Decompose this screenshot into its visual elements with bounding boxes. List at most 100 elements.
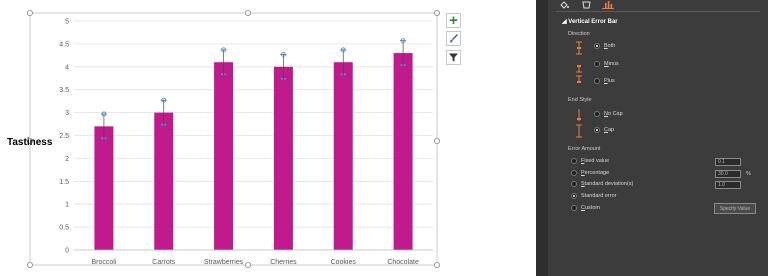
x-tick-label: Chocolate — [387, 259, 419, 266]
error-bar-selection-dot — [340, 73, 343, 76]
pentagon-icon — [581, 0, 591, 8]
y-tick-label: 2.5 — [59, 133, 69, 140]
percentage-radio[interactable] — [571, 170, 577, 176]
resize-handle — [26, 9, 33, 16]
standard-error-radio[interactable] — [571, 193, 577, 199]
tab-effects[interactable] — [580, 0, 592, 9]
error-amount-label: Error Amount — [568, 146, 601, 152]
y-tick-label: 0 — [65, 248, 69, 255]
y-tick-label: 1.5 — [59, 179, 69, 186]
plus-icon: + — [449, 12, 458, 29]
standard-error-label: Standard error — [581, 193, 617, 199]
error-bar-selection-dot — [101, 137, 104, 140]
percentage-option[interactable]: Percentage — [571, 170, 609, 176]
y-tick-label: 5 — [65, 19, 69, 26]
tab-error-bar-options[interactable] — [602, 0, 614, 9]
no-cap-radio[interactable] — [594, 111, 600, 117]
error-bar-selection-dot — [104, 137, 107, 140]
cap-icon — [576, 124, 582, 138]
direction-both-option[interactable]: Both — [594, 43, 615, 49]
cap-radio[interactable] — [594, 127, 600, 133]
direction-both-label: Both — [604, 43, 616, 49]
direction-label: Direction — [568, 31, 590, 37]
error-bar-plus-icon — [576, 75, 582, 83]
bar — [94, 126, 114, 250]
standard-deviation-input[interactable]: 1.0 — [715, 181, 741, 189]
resize-handle — [26, 261, 33, 268]
fill-bucket-icon — [559, 0, 569, 9]
direction-minus-option[interactable]: Minus — [594, 61, 619, 67]
fixed-value-radio[interactable] — [571, 158, 577, 164]
tab-fill-line[interactable] — [558, 0, 570, 9]
fixed-value-input[interactable]: 0.1 — [715, 158, 741, 166]
section-title: Vertical Error Bar — [568, 19, 618, 25]
error-bar-selection-dot — [161, 123, 164, 126]
standard-error-option[interactable]: Standard error — [571, 193, 616, 199]
specify-value-button[interactable]: Specify Value — [714, 203, 756, 214]
chart-styles-button[interactable] — [446, 31, 461, 46]
fixed-value-option[interactable]: Fixed value — [571, 158, 609, 164]
x-tick-label: Cherries — [270, 259, 297, 266]
direction-both-radio[interactable] — [594, 43, 600, 49]
pane-separator — [556, 11, 760, 12]
end-style-no-cap-option[interactable]: No Cap — [594, 111, 623, 117]
direction-minus-radio[interactable] — [594, 61, 600, 67]
y-tick-label: 3.5 — [59, 87, 69, 94]
standard-deviation-option[interactable]: Standard deviation(s) — [571, 181, 633, 187]
bar — [154, 112, 174, 250]
format-error-bars-pane: ◢ Vertical Error Bar Direction Both Minu… — [548, 0, 768, 276]
direction-plus-radio[interactable] — [594, 78, 600, 84]
percentage-label: Percentage — [581, 170, 610, 176]
custom-radio[interactable] — [571, 205, 577, 211]
custom-option[interactable]: Custom — [571, 205, 600, 211]
direction-plus-label: Plus — [604, 78, 615, 84]
bar — [333, 62, 353, 250]
resize-handle — [433, 261, 440, 268]
error-bar-selection-dot — [280, 77, 283, 80]
cap-label: Cap — [604, 127, 615, 133]
x-tick-label: Broccoli — [91, 259, 116, 266]
error-bar-selection-dot — [283, 77, 287, 80]
pane-tabs — [558, 0, 614, 10]
chart-filters-button[interactable] — [446, 50, 461, 65]
end-style-cap-option[interactable]: Cap — [594, 127, 614, 133]
standard-deviation-radio[interactable] — [571, 181, 577, 187]
y-tick-label: 2 — [65, 156, 69, 163]
error-bar-both-icon — [576, 41, 582, 55]
direction-plus-option[interactable]: Plus — [594, 78, 615, 84]
error-bar-minus-icon — [576, 65, 582, 73]
end-style-label: End Style — [568, 97, 592, 103]
bar — [214, 62, 234, 250]
error-bar-selection-dot — [220, 73, 224, 76]
filter-icon — [449, 53, 458, 62]
error-bar-selection-dot — [343, 73, 346, 76]
error-bar-selection-dot — [403, 63, 406, 67]
resize-handle — [244, 9, 251, 16]
chart-elements-button[interactable]: + — [446, 13, 461, 28]
bar-chart-icon — [604, 1, 612, 8]
no-cap-icon — [577, 109, 581, 121]
x-tick-label: Cookies — [331, 259, 357, 266]
chart-area[interactable]: 0 0.5 1 1.5 2 2.5 3 3.5 4 4.5 5 Tastiness Broccoli Ca… — [0, 0, 536, 276]
resize-handle — [244, 261, 251, 268]
pane-divider[interactable] — [536, 0, 548, 276]
bar — [393, 53, 413, 251]
section-header-vertical-error-bar[interactable]: ◢ Vertical Error Bar — [562, 18, 618, 25]
percentage-input[interactable]: 30.0 — [715, 170, 741, 178]
direction-minus-label: Minus — [604, 61, 619, 67]
y-tick-label: 1 — [65, 202, 69, 209]
y-tick-label: 0.5 — [59, 225, 69, 232]
no-cap-label: No Cap — [604, 111, 623, 117]
resize-handle — [433, 9, 440, 16]
fixed-value-label: Fixed value — [581, 158, 610, 164]
error-bar-selection-dot — [164, 123, 167, 126]
x-tick-label: Carrots — [152, 259, 175, 266]
y-tick-label: 4.5 — [59, 41, 69, 48]
custom-label: Custom — [581, 205, 600, 211]
excel-window: 0 0.5 1 1.5 2 2.5 3 3.5 4 4.5 5 Tastiness Broccoli Ca… — [0, 0, 768, 276]
error-bar-selection-dot — [224, 73, 227, 76]
bar — [273, 66, 293, 250]
y-tick-label: 3 — [65, 110, 69, 117]
y-tick-label: 4 — [65, 64, 69, 71]
resize-handle — [433, 137, 440, 144]
